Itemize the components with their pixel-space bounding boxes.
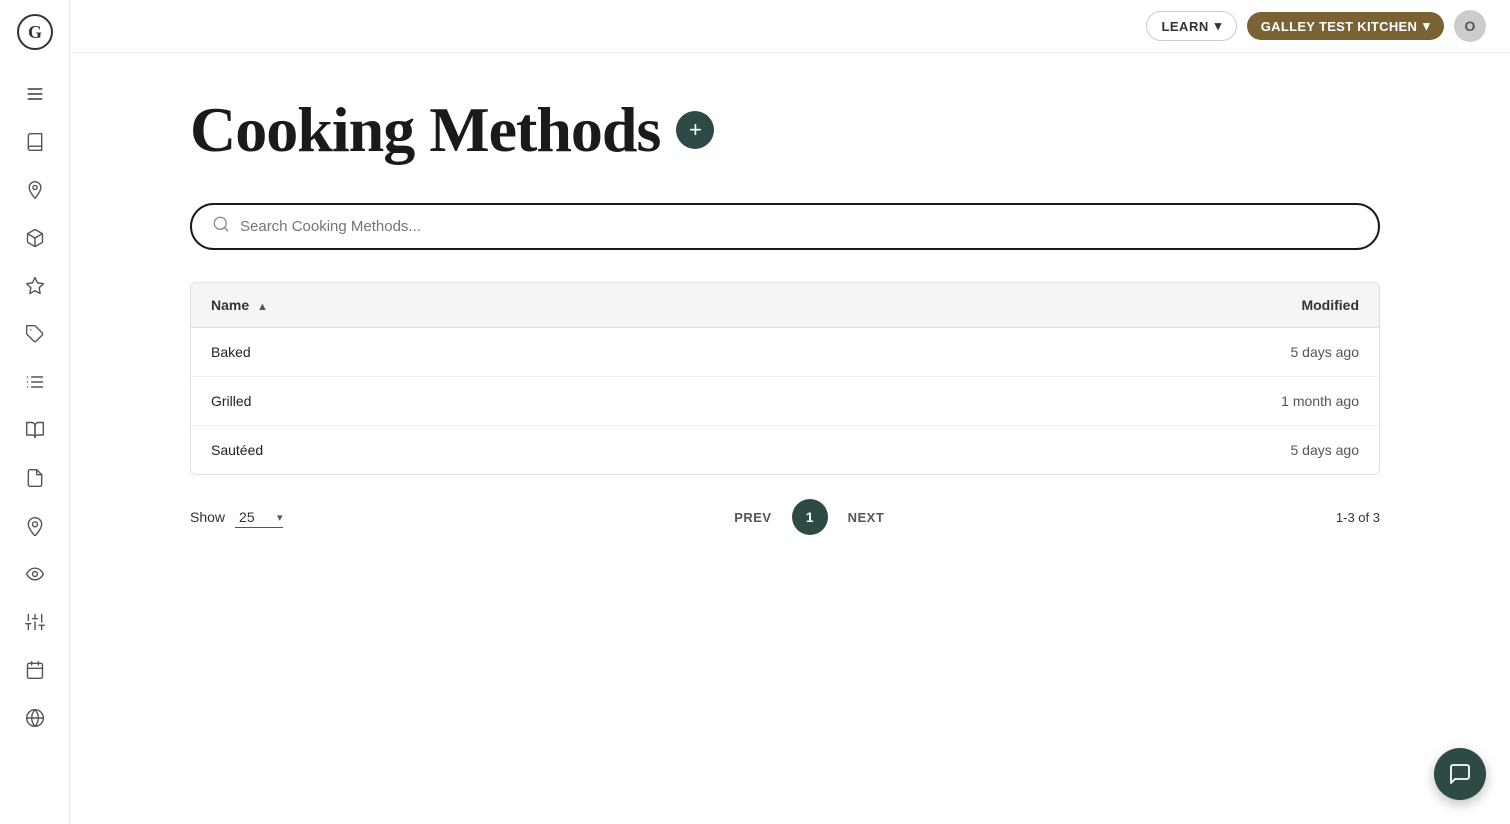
kitchen-label: GALLEY TEST KITCHEN xyxy=(1261,19,1417,34)
table-row[interactable]: Sautéed 5 days ago xyxy=(191,426,1379,475)
search-container xyxy=(190,203,1380,250)
next-button[interactable]: NEXT xyxy=(844,504,889,531)
avatar[interactable]: O xyxy=(1454,10,1486,42)
sidebar-item-library[interactable] xyxy=(11,408,59,452)
page-body: Cooking Methods + Name ▲ xyxy=(70,53,1510,824)
page-1-button[interactable]: 1 xyxy=(792,499,828,535)
cooking-methods-table: Name ▲ Modified Baked 5 days ago Grilled… xyxy=(191,283,1379,474)
show-select[interactable]: 10 25 50 100 xyxy=(235,507,283,528)
pagination-nav: PREV 1 NEXT xyxy=(730,499,888,535)
search-box xyxy=(190,203,1380,250)
add-cooking-method-button[interactable]: + xyxy=(676,111,714,149)
sidebar-item-list[interactable] xyxy=(11,360,59,404)
learn-chevron-icon: ▾ xyxy=(1215,18,1222,34)
sidebar-item-file[interactable] xyxy=(11,456,59,500)
logo[interactable]: G xyxy=(15,12,55,52)
col-header-name[interactable]: Name ▲ xyxy=(191,283,727,328)
topbar: LEARN ▾ GALLEY TEST KITCHEN ▾ O xyxy=(70,0,1510,53)
table-header: Name ▲ Modified xyxy=(191,283,1379,328)
page-title-row: Cooking Methods + xyxy=(190,93,1380,167)
search-icon xyxy=(212,215,230,238)
sidebar-item-eye-settings[interactable] xyxy=(11,552,59,596)
table-row[interactable]: Grilled 1 month ago xyxy=(191,377,1379,426)
prev-button[interactable]: PREV xyxy=(730,504,775,531)
cell-name: Baked xyxy=(191,328,727,377)
sort-arrow-icon: ▲ xyxy=(257,301,268,313)
page-title: Cooking Methods xyxy=(190,93,660,167)
chat-fab[interactable] xyxy=(1434,748,1486,800)
sidebar-item-location[interactable] xyxy=(11,504,59,548)
col-header-modified[interactable]: Modified xyxy=(727,283,1379,328)
search-input[interactable] xyxy=(240,218,1358,235)
sidebar-item-book[interactable] xyxy=(11,120,59,164)
svg-text:G: G xyxy=(27,22,41,42)
sidebar-item-star[interactable] xyxy=(11,264,59,308)
table-container: Name ▲ Modified Baked 5 days ago Grilled… xyxy=(190,282,1380,475)
cell-modified: 5 days ago xyxy=(727,426,1379,475)
sidebar-item-pin[interactable] xyxy=(11,168,59,212)
table-body: Baked 5 days ago Grilled 1 month ago Sau… xyxy=(191,328,1379,475)
main-content: LEARN ▾ GALLEY TEST KITCHEN ▾ O Cooking … xyxy=(70,0,1510,824)
learn-label: LEARN xyxy=(1161,19,1208,34)
cell-modified: 1 month ago xyxy=(727,377,1379,426)
sidebar-item-sliders[interactable] xyxy=(11,600,59,644)
show-label: Show xyxy=(190,509,225,525)
sidebar-item-globe[interactable] xyxy=(11,696,59,740)
page-range: 1-3 of 3 xyxy=(1336,510,1380,525)
add-icon: + xyxy=(689,117,702,143)
sidebar: G xyxy=(0,0,70,824)
kitchen-chevron-icon: ▾ xyxy=(1423,18,1430,34)
cell-name: Sautéed xyxy=(191,426,727,475)
table-row[interactable]: Baked 5 days ago xyxy=(191,328,1379,377)
sidebar-item-package[interactable] xyxy=(11,216,59,260)
sidebar-item-calendar[interactable] xyxy=(11,648,59,692)
kitchen-button[interactable]: GALLEY TEST KITCHEN ▾ xyxy=(1247,12,1444,40)
cell-modified: 5 days ago xyxy=(727,328,1379,377)
show-select-wrap: Show 10 25 50 100 ▾ xyxy=(190,507,283,528)
sidebar-item-tag[interactable] xyxy=(11,312,59,356)
sidebar-item-menu[interactable] xyxy=(11,72,59,116)
learn-button[interactable]: LEARN ▾ xyxy=(1146,11,1236,41)
cell-name: Grilled xyxy=(191,377,727,426)
pagination-bar: Show 10 25 50 100 ▾ PREV 1 NEXT 1-3 of 3 xyxy=(190,475,1380,535)
